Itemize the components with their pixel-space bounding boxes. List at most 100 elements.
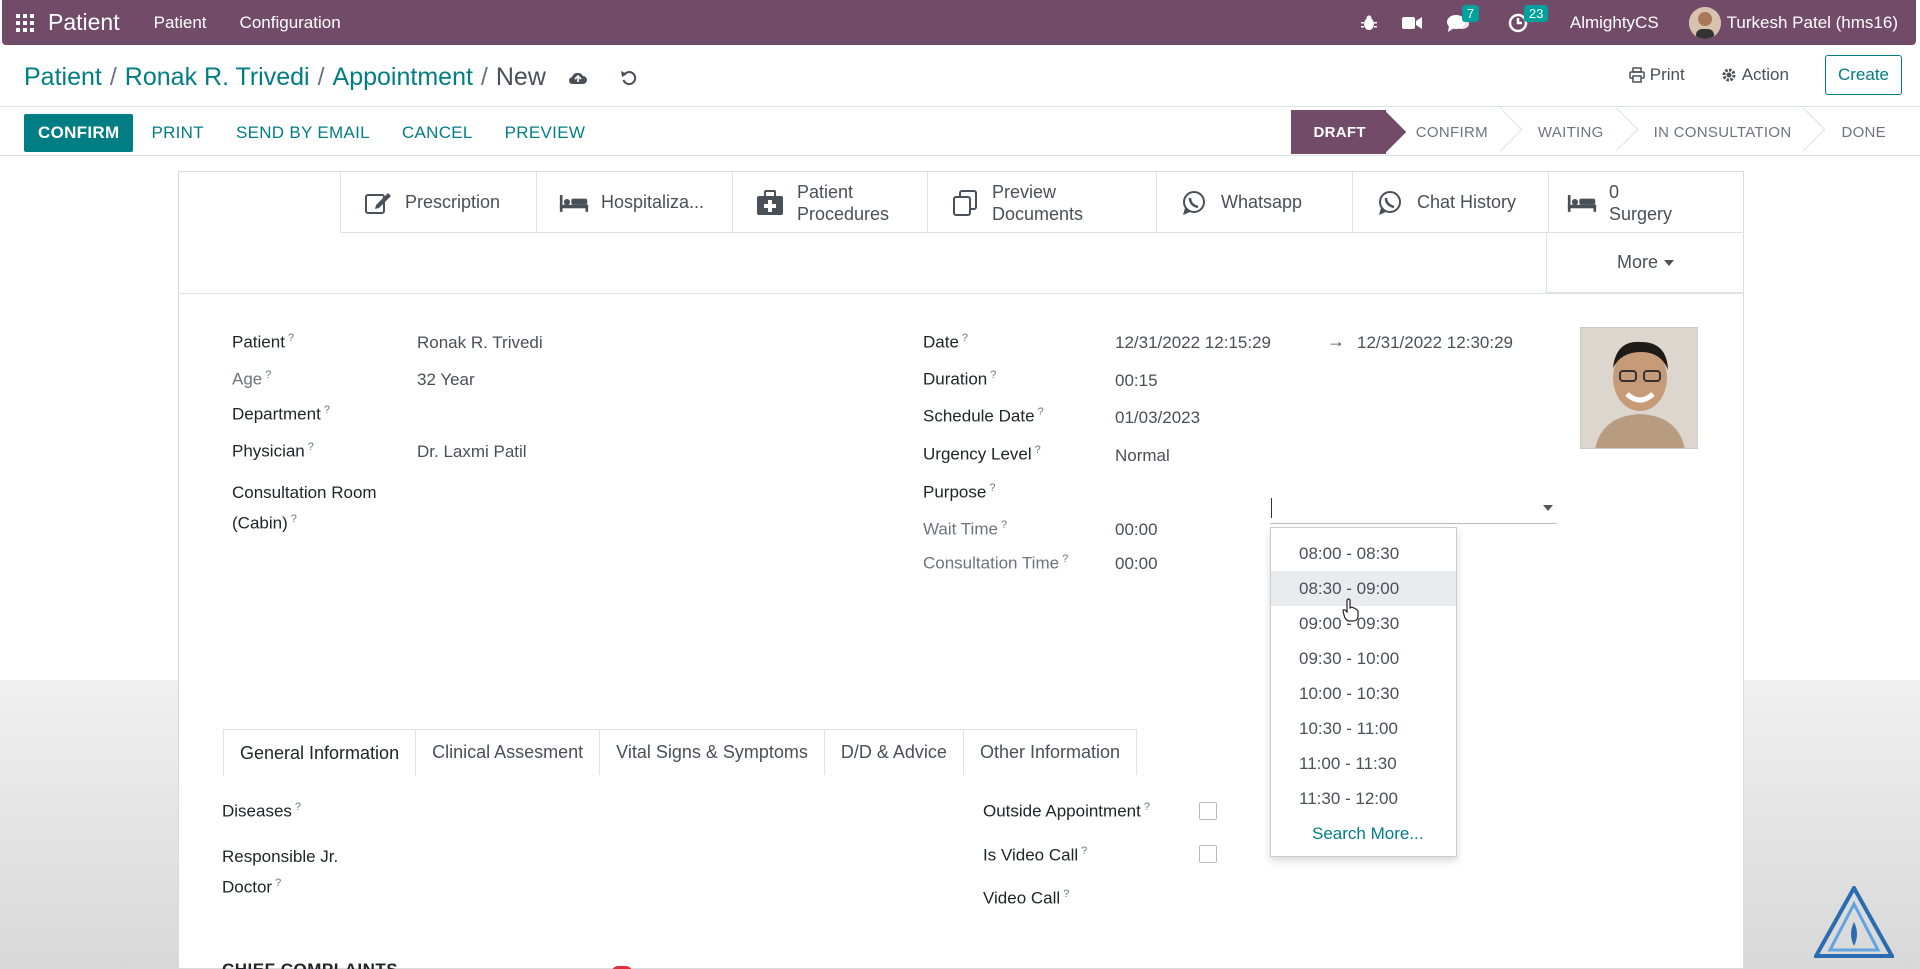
cancel-button[interactable]: CANCEL	[402, 123, 473, 143]
chat-history-button[interactable]: Chat History	[1352, 172, 1548, 233]
whatsapp-label: Whatsapp	[1221, 192, 1303, 212]
slot-option[interactable]: 11:30 - 12:00	[1271, 781, 1456, 816]
menu-patient[interactable]: Patient	[154, 13, 207, 33]
patient-procedures-label-1: Patient	[797, 181, 854, 202]
debug-bug-icon[interactable]	[1360, 14, 1378, 32]
age-field: 32 Year	[417, 370, 475, 389]
breadcrumb-appointment[interactable]: Appointment	[333, 63, 473, 92]
video-camera-icon[interactable]	[1401, 15, 1422, 31]
is-video-call-checkbox[interactable]	[1199, 845, 1217, 863]
send-by-email-button[interactable]: SEND BY EMAIL	[236, 123, 370, 143]
schedule-slot-input[interactable]	[1270, 495, 1557, 524]
schedule-date-label: Schedule Date?	[923, 406, 1044, 426]
stage-waiting[interactable]: WAITING	[1508, 110, 1624, 154]
app-name[interactable]: Patient	[48, 9, 120, 36]
user-menu[interactable]: Turkesh Patel (hms16)	[1688, 6, 1898, 39]
tab-vital-signs-symptoms[interactable]: Vital Signs & Symptoms	[599, 729, 825, 775]
more-label: More	[1616, 252, 1658, 272]
slot-option[interactable]: 08:30 - 09:00	[1271, 571, 1456, 606]
more-smart-buttons-dropdown[interactable]: More	[1546, 233, 1744, 293]
breadcrumb: Patient / Ronak R. Trivedi / Appointment…	[24, 63, 670, 92]
stage-done[interactable]: DONE	[1811, 110, 1906, 154]
stage-in-consultation[interactable]: IN CONSULTATION	[1624, 110, 1812, 154]
surgery-label: Surgery	[1609, 203, 1673, 224]
chat-messages-icon[interactable]: 7	[1446, 4, 1480, 33]
wait-time-label: Wait Time?	[923, 519, 1008, 539]
hand-pointer-icon	[1342, 598, 1359, 622]
activity-clock-icon[interactable]: 23	[1508, 4, 1549, 33]
outside-appointment-checkbox[interactable]	[1199, 802, 1217, 820]
search-more-link[interactable]: Search More...	[1271, 816, 1456, 851]
caret-down-icon[interactable]	[1543, 505, 1553, 511]
divider	[179, 293, 1743, 294]
stage-confirm[interactable]: CONFIRM	[1386, 110, 1508, 154]
physician-field[interactable]: Dr. Laxmi Patil	[417, 442, 527, 462]
responsible-jr-doctor-label: Responsible Jr. Doctor?	[222, 847, 339, 897]
urgency-level-label: Urgency Level?	[923, 444, 1041, 464]
create-button[interactable]: Create	[1824, 55, 1902, 95]
slot-option[interactable]: 09:00 - 09:30	[1271, 606, 1456, 641]
date-start-field[interactable]: 12/31/2022 12:15:29	[1115, 333, 1271, 353]
surgery-button[interactable]: 0 Surgery	[1548, 172, 1744, 233]
hospitalization-label: Hospitaliza...	[601, 192, 705, 212]
print-menu[interactable]: Print	[1629, 65, 1685, 85]
wait-time-field: 00:00	[1115, 520, 1158, 539]
apps-menu-icon[interactable]	[2, 0, 48, 45]
company-logo-icon	[1814, 886, 1894, 958]
prescription-button[interactable]: Prescription	[340, 172, 536, 233]
consultation-room-label: Consultation Room (Cabin)?	[232, 483, 377, 533]
print-label: Print	[1649, 65, 1685, 84]
slot-option[interactable]: 10:30 - 11:00	[1271, 711, 1456, 746]
chat-count-badge: 7	[1461, 4, 1480, 22]
patient-procedures-button[interactable]: Patient Procedures	[732, 172, 927, 233]
date-range-arrow: →	[1327, 331, 1345, 351]
schedule-date-field[interactable]: 01/03/2023	[1115, 408, 1200, 428]
outside-appointment-label: Outside Appointment?	[983, 801, 1150, 821]
hospitalization-button[interactable]: Hospitaliza...	[536, 172, 732, 233]
stage-draft[interactable]: DRAFT	[1291, 110, 1386, 154]
diseases-label: Diseases?	[222, 801, 302, 821]
tab-general-information[interactable]: General Information	[223, 729, 417, 776]
duration-field[interactable]: 00:15	[1115, 371, 1158, 391]
date-end-field[interactable]: 12/31/2022 12:30:29	[1357, 333, 1513, 353]
discard-undo-icon[interactable]	[620, 69, 638, 87]
tab-clinical-assesment[interactable]: Clinical Assesment	[415, 729, 601, 775]
activity-count-badge: 23	[1523, 4, 1549, 22]
breadcrumb-separator: /	[109, 63, 117, 91]
patient-photo[interactable]	[1580, 327, 1698, 449]
slot-option[interactable]: 09:30 - 10:00	[1271, 641, 1456, 676]
save-cloud-icon[interactable]	[568, 70, 588, 86]
form-statusbar: CONFIRM PRINT SEND BY EMAIL CANCEL PREVI…	[0, 108, 1920, 156]
breadcrumb-patient-record[interactable]: Ronak R. Trivedi	[125, 63, 310, 92]
patient-field[interactable]: Ronak R. Trivedi	[417, 333, 543, 353]
urgency-level-field[interactable]: Normal	[1115, 446, 1170, 466]
tab-other-information[interactable]: Other Information	[962, 729, 1138, 775]
consultation-time-field: 00:00	[1115, 554, 1158, 573]
control-panel: Patient / Ronak R. Trivedi / Appointment…	[0, 45, 1920, 107]
slot-option[interactable]: 11:00 - 11:30	[1271, 746, 1456, 781]
patient-label: Patient?	[232, 332, 295, 352]
notebook-tabs: General Information Clinical Assesment V…	[223, 729, 1138, 776]
is-video-call-label: Is Video Call?	[983, 845, 1088, 865]
action-menu[interactable]: Action	[1721, 65, 1789, 85]
breadcrumb-separator: /	[480, 63, 488, 91]
medical-kit-icon	[755, 189, 785, 216]
slot-option[interactable]: 10:00 - 10:30	[1271, 676, 1456, 711]
company-switcher[interactable]: AlmightyCS	[1570, 13, 1659, 33]
printer-icon	[1629, 67, 1645, 83]
video-call-label: Video Call?	[983, 888, 1070, 908]
bed-icon	[1567, 192, 1597, 214]
preview-button[interactable]: PREVIEW	[505, 123, 586, 143]
whatsapp-button[interactable]: Whatsapp	[1156, 172, 1352, 233]
confirm-button[interactable]: CONFIRM	[24, 114, 134, 152]
print-button[interactable]: PRINT	[151, 123, 204, 143]
breadcrumb-patient[interactable]: Patient	[24, 63, 102, 92]
whatsapp-icon	[1179, 190, 1209, 216]
preview-documents-label-1: Preview	[992, 181, 1057, 202]
top-navbar: Patient Patient Configuration 7 23 Almig…	[2, 0, 1916, 45]
tab-dd-advice[interactable]: D/D & Advice	[823, 729, 964, 775]
preview-documents-button[interactable]: Preview Documents	[927, 172, 1156, 233]
preview-documents-label-2: Documents	[992, 203, 1084, 224]
slot-option[interactable]: 08:00 - 08:30	[1271, 536, 1456, 571]
menu-configuration[interactable]: Configuration	[240, 13, 341, 33]
